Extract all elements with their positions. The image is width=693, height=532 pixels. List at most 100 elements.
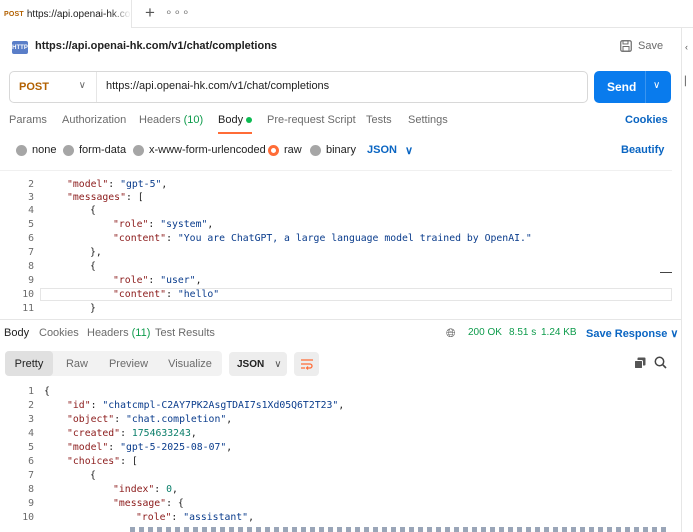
request-body-editor[interactable]: 2 "model": "gpt-5", 3 "messages": [4 {5 "role… [0,170,672,318]
resp-tab-headers[interactable]: Headers (11) [87,327,150,339]
radio-binary[interactable]: binary [310,144,356,156]
line-number: 2 [28,179,34,190]
radio-selected-icon [268,144,279,156]
resp-tab-body[interactable]: Body [4,327,29,339]
body-format-select[interactable]: JSON ∨ [367,144,413,157]
line-number: 4 [28,428,34,439]
radio-none-label: none [32,144,57,156]
code-line: "model": "gpt-5", [67,179,168,190]
view-pretty[interactable]: Pretty [5,351,53,376]
chevron-left-icon[interactable]: ‹ [685,42,688,52]
radio-binary-label: binary [326,144,356,156]
tab-tests[interactable]: Tests [366,114,392,126]
save-button[interactable]: Save [620,40,663,52]
tab-title: https://api.openai-hk.com/v1/chat/comple… [26,8,131,20]
code-line: "role": "user", [113,275,202,286]
tab-headers-label: Headers [139,114,181,126]
resp-tab-test-results[interactable]: Test Results [155,327,215,339]
search-icon[interactable] [654,356,667,369]
chevron-down-icon[interactable]: ∨ [653,80,660,91]
tab-settings[interactable]: Settings [408,114,448,126]
code-line: "message": { [113,498,184,509]
line-number: 10 [22,289,34,300]
tab-headers[interactable]: Headers (10) [139,114,203,126]
wrap-lines-button[interactable] [294,352,319,376]
resize-handle[interactable] [660,272,672,273]
radio-urlencoded-label: x-www-form-urlencoded [149,144,266,156]
method-select[interactable]: POST ∨ [10,72,97,102]
tab-pre-request-script[interactable]: Pre-request Script [267,114,356,126]
request-tab[interactable]: POST https://api.openai-hk.com/v1/chat/c… [0,0,132,28]
line-number: 1 [28,386,34,397]
save-response-button[interactable]: Save Response ∨ [586,327,678,340]
code-line: "content": "hello" [113,289,220,300]
code-line: { [44,386,50,397]
cut-off-code-line [130,527,670,532]
response-size[interactable]: 1.24 KB [541,327,577,338]
radio-icon [63,144,74,156]
tab-params[interactable]: Params [9,114,47,126]
line-number: 8 [28,261,34,272]
body-type-selector: none form-data x-www-form-urlencoded raw… [0,142,681,160]
http-icon: HTTP [12,41,28,54]
line-number: 5 [28,442,34,453]
code-line: "object": "chat.completion", [67,414,233,425]
send-button[interactable]: Send ∨ [594,71,671,103]
code-line: "created": 1754633243, [67,428,197,439]
headers-count: (10) [183,114,204,126]
radio-raw-label: raw [284,144,302,156]
view-visualize[interactable]: Visualize [158,351,222,376]
line-number: 6 [28,233,34,244]
pane-divider[interactable] [0,319,681,320]
resp-tab-cookies[interactable]: Cookies [39,327,79,339]
url-input[interactable]: https://api.openai-hk.com/v1/chat/comple… [106,80,329,92]
line-number: 2 [28,400,34,411]
line-number: 6 [28,456,34,467]
view-raw[interactable]: Raw [55,351,99,376]
code-line: "role": "system", [113,219,214,230]
chevron-down-icon: ∨ [274,358,282,370]
body-active-dot [246,117,253,124]
globe-icon[interactable]: 🌐︎ [446,326,456,341]
response-format-select[interactable]: JSON ∨ [229,352,287,376]
save-response-label: Save Response [586,328,668,340]
line-number: 4 [28,205,34,216]
copy-icon[interactable] [634,357,646,369]
code-line: "model": "gpt-5-2025-08-07", [67,442,233,453]
request-title[interactable]: https://api.openai-hk.com/v1/chat/comple… [35,40,277,52]
request-tabs: Params Authorization Headers (10) Body P… [0,114,681,136]
view-preview[interactable]: Preview [101,351,156,376]
radio-form-data-label: form-data [79,144,127,156]
code-line: "index": 0, [113,484,178,495]
resp-tab-headers-label: Headers [87,327,129,339]
view-mode-toolbar: Pretty Raw Preview Visualize [5,351,222,376]
line-number: 9 [28,275,34,286]
code-line: "messages": [ [67,192,144,203]
response-time[interactable]: 8.51 s [509,327,536,338]
status-badge[interactable]: 200 OK [468,327,502,338]
tab-body[interactable]: Body [218,114,253,134]
radio-raw[interactable]: raw [268,144,302,156]
chevron-down-icon: ∨ [78,80,86,91]
response-body-viewer[interactable]: 1 {2 "id": "chatcmpl-C2AY7PK2AsgTDAI7s1Xd0… [0,384,672,532]
radio-icon [133,144,144,156]
code-line: { [90,205,96,216]
code-line: { [90,261,96,272]
method-label: POST [19,81,49,93]
side-panel-icon[interactable]: ▏ [685,76,692,87]
cookies-link[interactable]: Cookies [625,114,668,126]
beautify-link[interactable]: Beautify [621,144,664,156]
chevron-down-icon: ∨ [670,328,679,340]
url-bar: POST ∨ https://api.openai-hk.com/v1/chat… [9,71,588,103]
radio-none[interactable]: none [16,144,56,156]
save-label: Save [638,40,664,52]
line-number: 7 [28,470,34,481]
radio-urlencoded[interactable]: x-www-form-urlencoded [133,144,266,156]
code-line: "id": "chatcmpl-C2AY7PK2AsgTDAI7s1Xd05Q6… [67,400,345,411]
line-number: 3 [28,414,34,425]
more-tabs-icon[interactable]: ∘∘∘ [165,5,191,19]
radio-form-data[interactable]: form-data [63,144,126,156]
new-tab-button[interactable]: + [140,3,160,23]
tab-authorization[interactable]: Authorization [62,114,126,126]
line-number: 8 [28,484,34,495]
